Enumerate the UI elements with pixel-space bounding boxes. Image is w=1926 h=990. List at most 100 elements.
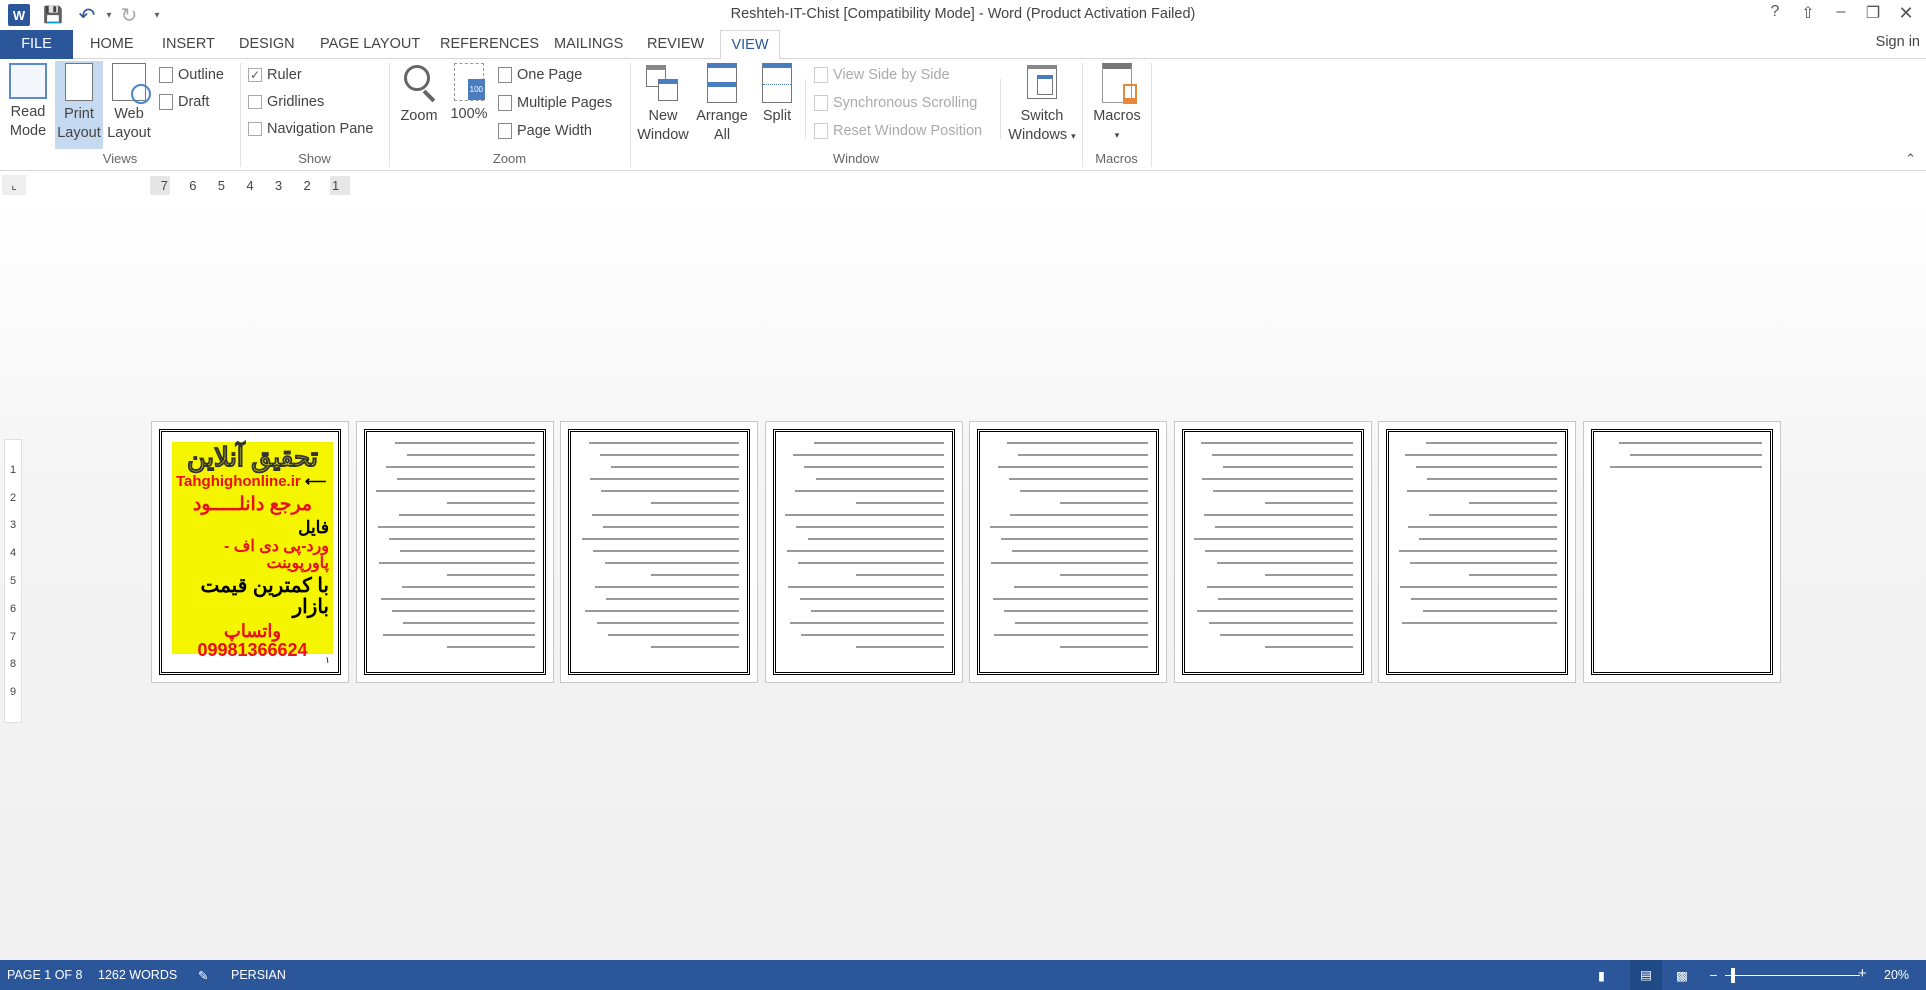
collapse-ribbon-icon[interactable]: ⌃ bbox=[1905, 151, 1916, 167]
tab-file[interactable]: FILE bbox=[0, 30, 73, 59]
page-count-status[interactable]: PAGE 1 OF 8 bbox=[7, 968, 83, 982]
page-width-button[interactable]: Page Width bbox=[498, 120, 592, 142]
zoom-100-button[interactable]: 100 100% bbox=[448, 63, 490, 124]
text-line bbox=[1060, 574, 1148, 576]
macros-button[interactable]: Macros ▾ bbox=[1086, 63, 1148, 145]
label: Multiple Pages bbox=[517, 95, 613, 111]
sign-in-link[interactable]: Sign in bbox=[1876, 34, 1920, 50]
zoom-out-button[interactable]: – bbox=[1710, 968, 1717, 982]
text-line bbox=[855, 574, 944, 576]
text-line bbox=[596, 622, 739, 624]
vertical-ruler[interactable]: 1 2 3 4 5 6 7 8 9 bbox=[4, 439, 22, 723]
multiple-pages-button[interactable]: Multiple Pages bbox=[498, 92, 612, 114]
switch-windows-button[interactable]: Switch Windows ▾ bbox=[1004, 63, 1080, 146]
text-line bbox=[1000, 538, 1148, 540]
synchronous-scrolling-button[interactable]: Synchronous Scrolling bbox=[814, 92, 977, 114]
label: Macros bbox=[1093, 108, 1141, 124]
zoom-button[interactable]: Zoom bbox=[396, 63, 442, 126]
page-7[interactable] bbox=[1378, 421, 1576, 683]
label: All bbox=[713, 127, 731, 143]
page-5[interactable] bbox=[969, 421, 1167, 683]
label: Draft bbox=[178, 94, 210, 110]
web-layout-view-icon[interactable]: ▩ bbox=[1676, 968, 1688, 983]
tab-review[interactable]: REVIEW bbox=[639, 30, 712, 59]
text-line bbox=[385, 466, 535, 468]
text-line bbox=[1211, 454, 1353, 456]
split-button[interactable]: Split bbox=[754, 63, 800, 126]
zoom-slider-thumb[interactable] bbox=[1730, 968, 1735, 983]
tab-mailings[interactable]: MAILINGS bbox=[546, 30, 631, 59]
restore-icon[interactable]: ❐ bbox=[1860, 3, 1886, 25]
text-line bbox=[1197, 610, 1353, 612]
page-1[interactable]: تحقیق آنلاین Tahghighonline.ir ⟵ مرجع دا… bbox=[151, 421, 349, 683]
dropdown-arrow-icon: ▾ bbox=[1071, 131, 1076, 141]
text-line bbox=[607, 634, 739, 636]
minimize-icon[interactable]: – bbox=[1828, 3, 1854, 25]
tab-page-layout[interactable]: PAGE LAYOUT bbox=[312, 30, 428, 59]
print-layout-button[interactable]: Print Layout bbox=[55, 61, 103, 149]
tab-home[interactable]: HOME bbox=[82, 30, 142, 59]
new-window-button[interactable]: New Window bbox=[634, 63, 692, 145]
view-side-by-side-button[interactable]: View Side by Side bbox=[814, 64, 950, 86]
label: Layout bbox=[57, 125, 101, 141]
page-8[interactable] bbox=[1582, 421, 1781, 683]
label: Page Width bbox=[517, 123, 592, 139]
draft-icon bbox=[159, 94, 173, 110]
text-line bbox=[382, 634, 535, 636]
read-mode-view-icon[interactable]: ▮ bbox=[1598, 968, 1605, 983]
print-layout-view-icon[interactable]: ▤ bbox=[1630, 960, 1662, 990]
web-layout-button[interactable]: Web Layout bbox=[104, 63, 154, 143]
navigation-pane-checkbox[interactable]: Navigation Pane bbox=[248, 118, 373, 140]
tab-insert[interactable]: INSERT bbox=[154, 30, 223, 59]
sync-scroll-icon bbox=[814, 95, 828, 111]
draft-button[interactable]: Draft bbox=[159, 91, 209, 113]
reset-window-position-button[interactable]: Reset Window Position bbox=[814, 120, 982, 142]
gridlines-checkbox[interactable]: Gridlines bbox=[248, 91, 324, 113]
word-count-status[interactable]: 1262 WORDS bbox=[98, 968, 177, 982]
tab-references[interactable]: REFERENCES bbox=[432, 30, 547, 59]
label: New bbox=[648, 108, 678, 124]
language-status[interactable]: PERSIAN bbox=[231, 968, 286, 982]
page-6[interactable] bbox=[1173, 421, 1372, 683]
dropdown-arrow-icon: ▾ bbox=[1114, 130, 1120, 140]
page-3[interactable] bbox=[560, 421, 758, 683]
outline-button[interactable]: Outline bbox=[159, 64, 224, 86]
page-4[interactable] bbox=[764, 421, 963, 683]
label: Switch bbox=[1020, 108, 1064, 124]
ribbon-display-options-icon[interactable]: ⇧ bbox=[1795, 3, 1821, 25]
zoom-in-button[interactable]: + bbox=[1858, 965, 1867, 982]
read-mode-button[interactable]: Read Mode bbox=[4, 63, 52, 141]
text-line bbox=[446, 502, 535, 504]
label: Web bbox=[114, 106, 144, 122]
tab-design[interactable]: DESIGN bbox=[231, 30, 303, 59]
read-mode-icon bbox=[9, 63, 47, 99]
zoom-level[interactable]: 20% bbox=[1884, 968, 1909, 982]
proofing-icon[interactable]: ✎ bbox=[198, 968, 208, 983]
page-width-icon bbox=[498, 123, 512, 139]
one-page-button[interactable]: One Page bbox=[498, 64, 582, 86]
label: Windows bbox=[1008, 127, 1068, 143]
tab-view[interactable]: VIEW bbox=[720, 30, 780, 60]
label: Gridlines bbox=[267, 94, 325, 110]
text-line bbox=[1205, 550, 1353, 552]
text-line bbox=[992, 598, 1148, 600]
ruler-number: 6 bbox=[9, 602, 17, 615]
text-line bbox=[392, 610, 535, 612]
close-icon[interactable]: ✕ bbox=[1893, 3, 1919, 25]
text-line bbox=[801, 634, 944, 636]
text-line bbox=[398, 514, 535, 516]
text-line bbox=[991, 562, 1148, 564]
zoom-slider[interactable] bbox=[1725, 975, 1860, 976]
help-button[interactable]: ? bbox=[1762, 3, 1788, 25]
text-line bbox=[799, 598, 944, 600]
multiple-pages-icon bbox=[498, 95, 512, 111]
arrange-all-button[interactable]: Arrange All bbox=[695, 63, 749, 145]
text-line bbox=[997, 466, 1148, 468]
text-line bbox=[855, 502, 944, 504]
page-2[interactable] bbox=[355, 421, 554, 683]
group-label-macros: Macros bbox=[1095, 151, 1138, 166]
tab-selector-button[interactable]: ⌞ bbox=[2, 175, 26, 195]
horizontal-ruler[interactable]: 7 6 5 4 3 2 1 bbox=[150, 176, 350, 195]
page-border bbox=[1181, 429, 1364, 675]
ruler-checkbox[interactable]: ✓ Ruler bbox=[248, 64, 302, 86]
